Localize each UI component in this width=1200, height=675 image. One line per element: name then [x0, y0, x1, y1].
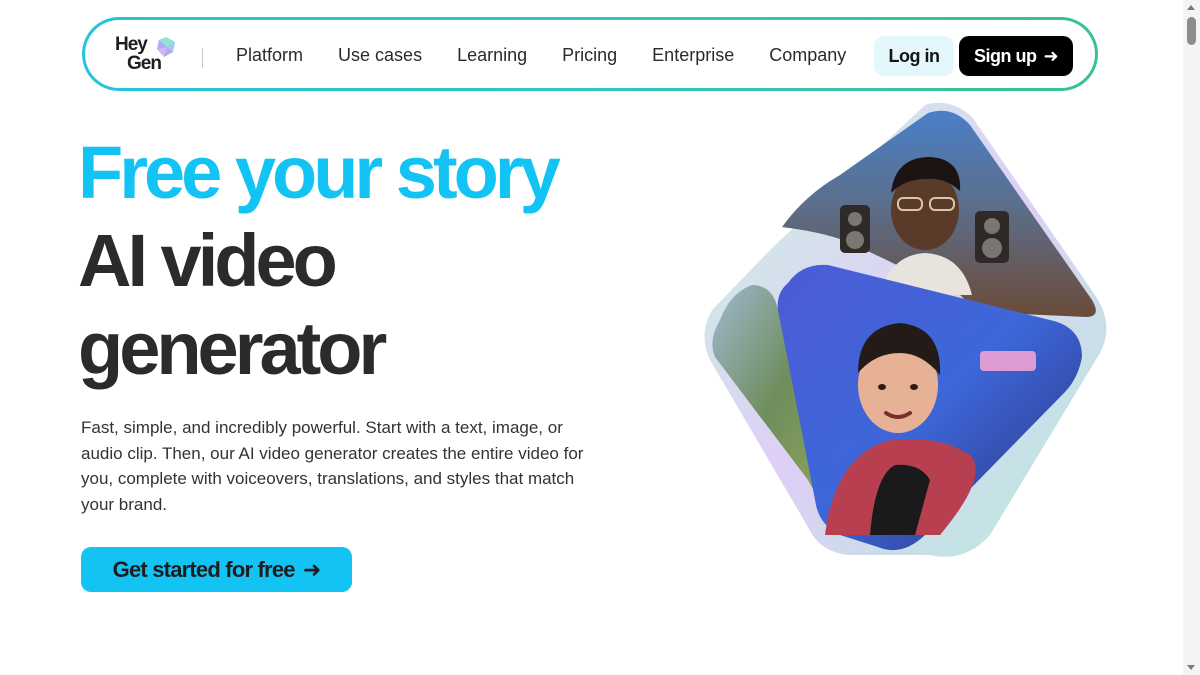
login-button-label: Log in — [888, 45, 940, 66]
logo-gem-icon — [157, 37, 175, 57]
nav-links: Platform Use cases Learning Pricing Ente… — [236, 20, 881, 90]
hero-headline-line-3: generator — [78, 307, 387, 390]
arrow-right-icon: ➜ — [302, 556, 321, 582]
heygen-logo[interactable]: Hey Gen — [115, 35, 179, 75]
navbar-inner: Hey Gen Platform Use cases Learning Pric… — [85, 20, 1095, 88]
top-navbar: Hey Gen Platform Use cases Learning Pric… — [82, 17, 1098, 91]
get-started-label: Get started for free — [112, 556, 296, 582]
login-button[interactable]: Log in — [874, 36, 954, 76]
nav-link-pricing[interactable]: Pricing — [562, 45, 617, 66]
neon-light — [980, 351, 1036, 371]
hero-description: Fast, simple, and incredibly powerful. S… — [81, 418, 584, 514]
hero-headline-line-2: AI video — [78, 219, 338, 302]
arrow-right-icon: ➜ — [1043, 45, 1059, 66]
nav-link-company[interactable]: Company — [769, 45, 846, 66]
nav-link-enterprise[interactable]: Enterprise — [652, 45, 734, 66]
nav-divider — [202, 48, 203, 68]
nav-link-learning[interactable]: Learning — [457, 45, 527, 66]
nav-link-use-cases[interactable]: Use cases — [338, 45, 422, 66]
scroll-down-arrow-icon[interactable] — [1187, 665, 1195, 670]
get-started-button[interactable]: Get started for free ➜ — [81, 547, 352, 592]
scrollbar-thumb[interactable] — [1187, 17, 1196, 45]
scroll-up-arrow-icon[interactable] — [1187, 5, 1195, 10]
hero-video-cube-illustration — [704, 102, 1107, 557]
page: Hey Gen Platform Use cases Learning Pric… — [0, 0, 1200, 675]
signup-button-label: Sign up — [973, 45, 1037, 66]
vertical-scrollbar[interactable] — [1183, 0, 1200, 675]
nav-link-platform[interactable]: Platform — [236, 45, 303, 66]
signup-button[interactable]: Sign up ➜ — [959, 36, 1073, 76]
hero-headline-accent: Free your story — [78, 131, 561, 214]
